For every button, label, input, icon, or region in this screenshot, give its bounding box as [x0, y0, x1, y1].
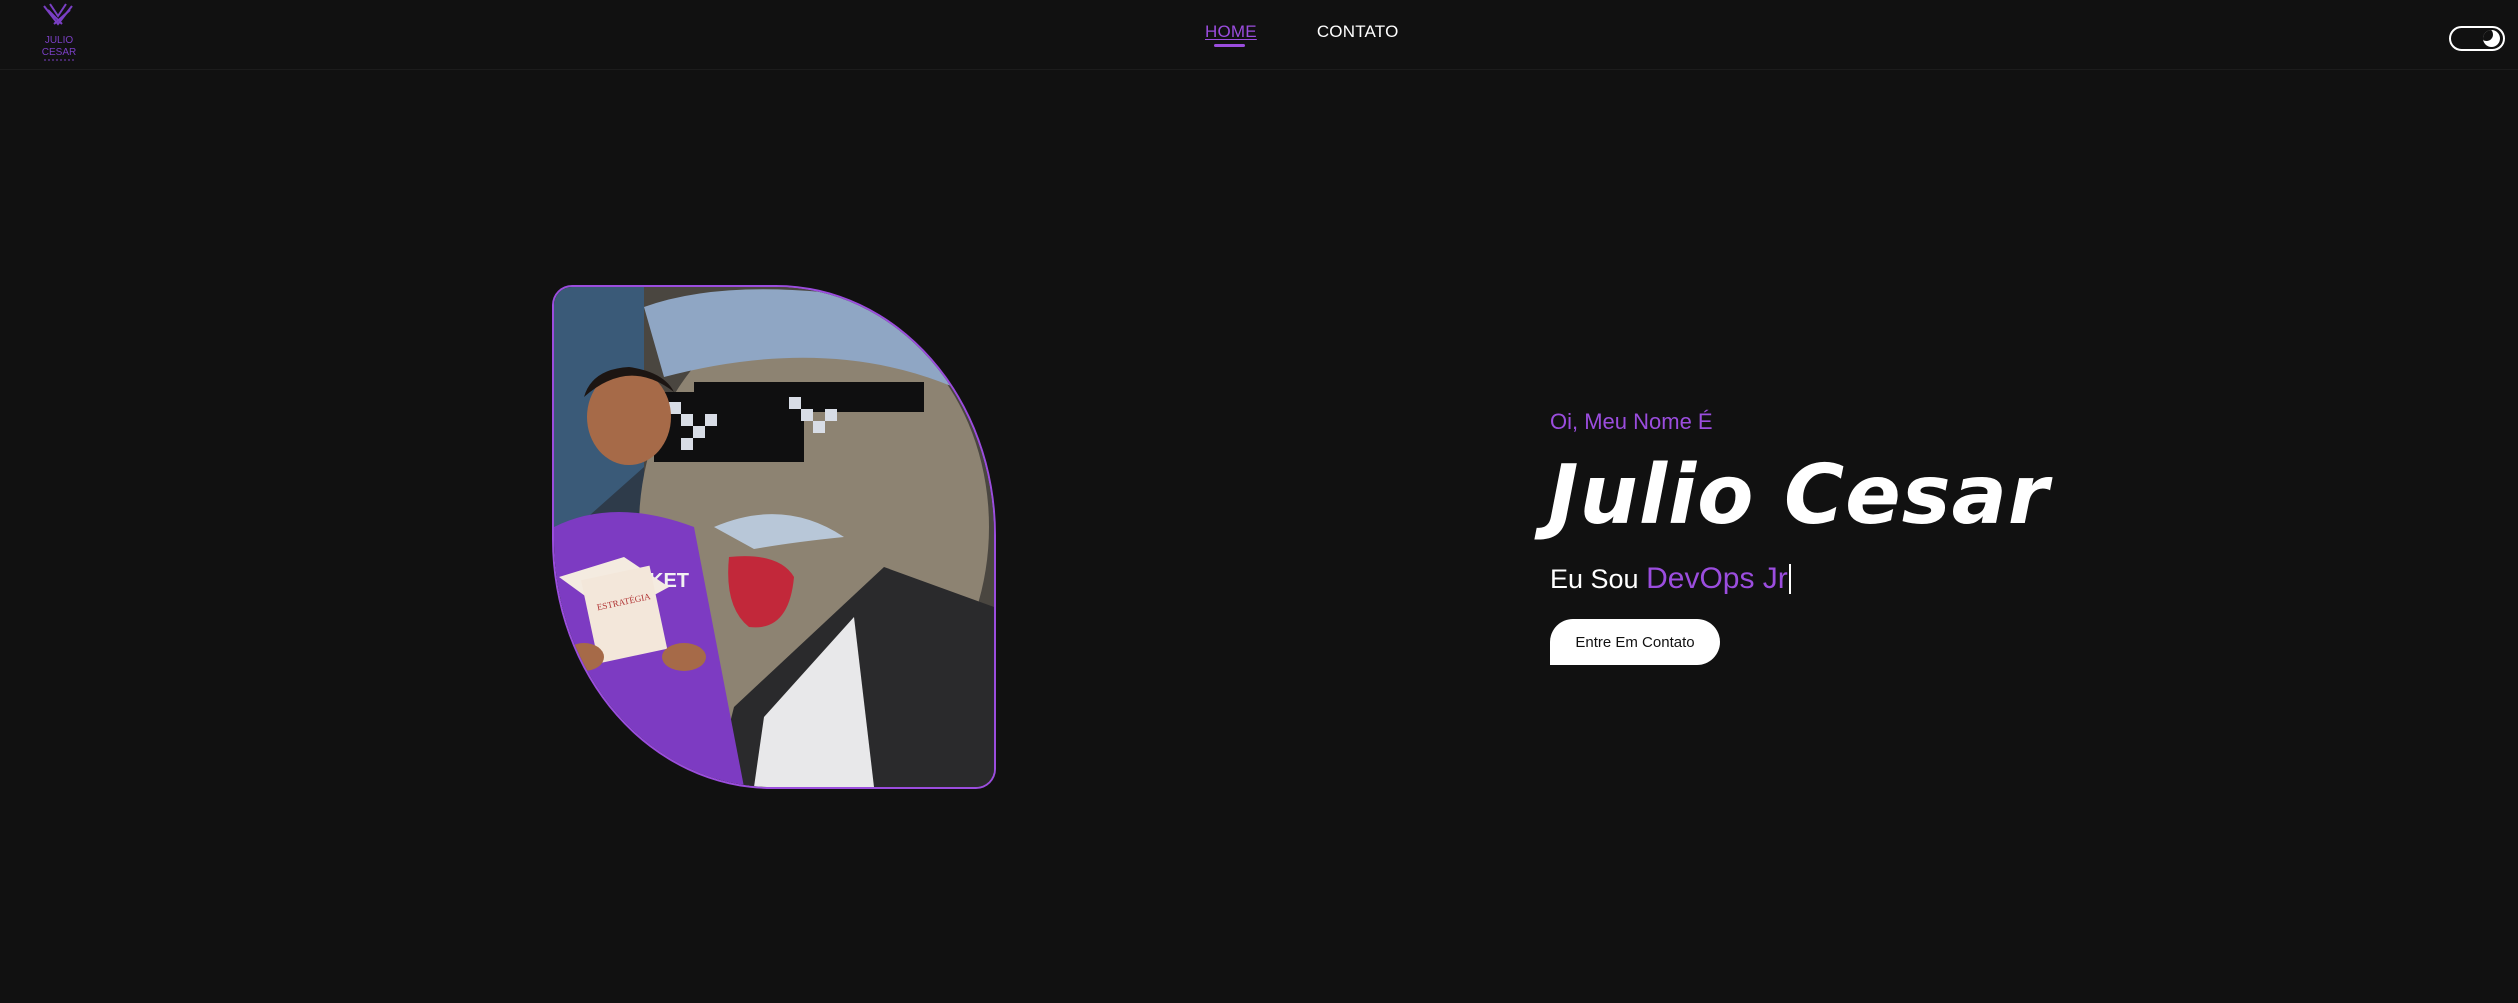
role-line: Eu Sou DevOps Jr [1550, 562, 1791, 596]
typing-cursor [1788, 564, 1791, 594]
svg-text:JULIO: JULIO [45, 35, 74, 46]
contact-button[interactable]: Entre Em Contato [1550, 619, 1720, 665]
logo-graphic: JULIO CESAR [42, 3, 76, 61]
nav-contato-link[interactable]: CONTATO [1317, 22, 1399, 42]
svg-text:CESAR: CESAR [42, 47, 76, 58]
greeting-text: Oi, Meu Nome É [1550, 409, 1713, 434]
portrait-image: KET ESTRATÉGIA [554, 287, 994, 787]
logo[interactable]: JULIO CESAR [36, 2, 82, 62]
portrait-photo: KET ESTRATÉGIA [552, 285, 996, 789]
top-navbar: JULIO CESAR HOME CONTATO [0, 0, 2518, 70]
role-value: DevOps Jr [1646, 562, 1788, 595]
nav-home-link[interactable]: HOME [1205, 22, 1257, 47]
theme-toggle[interactable] [2449, 26, 2505, 51]
hero-name: Julio Cesar [1548, 448, 2050, 543]
main-nav: HOME CONTATO [1205, 22, 1399, 47]
moon-icon [2483, 30, 2500, 47]
role-prefix: Eu Sou [1550, 564, 1639, 594]
